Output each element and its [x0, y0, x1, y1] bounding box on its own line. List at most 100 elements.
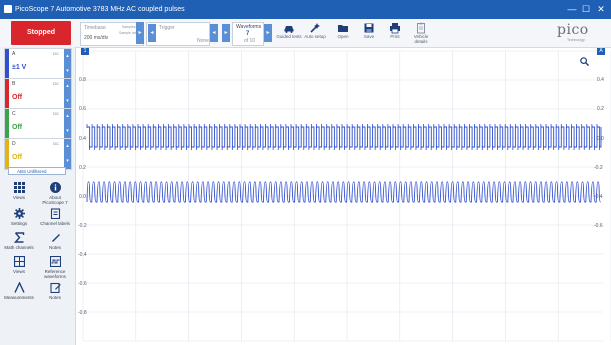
y-tick-right: -0.6	[594, 223, 603, 229]
info-icon	[49, 182, 61, 193]
timebase-label: Timebase	[84, 25, 106, 31]
abs-unfiltered-button[interactable]: ABS Unfiltered	[8, 167, 66, 175]
channel-a-color-tab	[5, 49, 9, 79]
channel-b-control[interactable]: B DC Off ▴ ▾	[4, 78, 72, 110]
channel-d-stepper[interactable]: ▴ ▾	[64, 139, 71, 169]
waveforms-next-button[interactable]: ▸	[264, 24, 272, 42]
channel-b-name: B	[12, 81, 16, 87]
views-label: Views	[13, 195, 25, 200]
grid-icon	[13, 182, 25, 193]
y-tick-right: -0.4	[594, 194, 603, 200]
y-tick-left: -0.4	[78, 252, 87, 258]
wand-icon	[310, 23, 320, 33]
folder-icon	[338, 25, 348, 32]
waveforms-total: of 10	[244, 38, 256, 44]
channel-b-coupling: DC	[53, 81, 59, 86]
timebase-stepper[interactable]: ▸	[136, 22, 144, 44]
pen-icon	[51, 234, 60, 242]
measurements-button[interactable]: Measurements	[4, 282, 34, 306]
car-icon	[284, 26, 294, 33]
settings-button[interactable]: Settings	[4, 208, 34, 232]
abs-unfiltered-label: ABS Unfiltered	[17, 169, 47, 174]
channel-d-color-tab	[5, 139, 9, 169]
channel-c-coupling: DC	[53, 111, 59, 116]
math-channels-label: Math channels	[4, 245, 34, 250]
channel-a-stepper[interactable]: ▴ ▾	[64, 49, 71, 79]
open-label: Open	[337, 34, 349, 39]
y-tick-left: 0.4	[79, 136, 86, 142]
channel-d-coupling: DC	[53, 141, 59, 146]
y-tick-left: -0.2	[78, 223, 87, 229]
settings-label: Settings	[10, 221, 28, 226]
open-button[interactable]: Open	[330, 22, 356, 46]
measurements-label: Measurements	[4, 295, 34, 300]
views-window-button[interactable]: Views	[4, 256, 34, 280]
channel-labels-label: Channel labels	[40, 221, 70, 226]
trigger-mode-button[interactable]: ◂	[148, 24, 156, 42]
about-button[interactable]: About PicoScope 7	[40, 182, 70, 206]
print-icon	[390, 23, 400, 34]
zoom-icon[interactable]	[580, 57, 589, 66]
channel-b-stepper[interactable]: ▴ ▾	[64, 79, 71, 109]
channel-labels-button[interactable]: Channel labels	[40, 208, 70, 232]
notes-icon	[49, 282, 61, 293]
reference-waveforms-label: Reference waveforms	[44, 269, 66, 279]
reference-waveforms-button[interactable]: Reference waveforms	[40, 256, 70, 280]
trigger-next-button[interactable]: ▸	[222, 24, 230, 42]
channel-d-range: Off	[12, 154, 23, 161]
minimize-button[interactable]: —	[567, 4, 577, 14]
trigger-label: Trigger	[159, 25, 175, 31]
vehicle-details-label: Vehicle details	[413, 34, 429, 44]
close-button[interactable]: ✕	[596, 4, 606, 14]
auto-setup-label: Auto setup	[304, 34, 326, 39]
channel-d-name: D	[12, 141, 16, 147]
clipboard-icon	[417, 22, 425, 34]
waveforms-label: Waveforms	[236, 24, 262, 30]
waveforms-control[interactable]: Waveforms 7 of 10	[232, 22, 264, 46]
trigger-value: None	[197, 38, 209, 44]
guided-tests-button[interactable]: Guided tests	[276, 22, 302, 46]
samples-label: Samples	[122, 25, 136, 29]
pico-logo-subtitle: Technology	[567, 38, 585, 42]
title-bar: PicoScope 7 Automotive 3783 MHz AC coupl…	[0, 0, 611, 19]
measure-icon	[13, 282, 25, 293]
channel-d-control[interactable]: D DC Off ▴ ▾	[4, 138, 72, 170]
run-stop-button[interactable]: Stopped	[11, 21, 71, 45]
trigger-prev-button[interactable]: ◂	[210, 24, 218, 42]
y-tick-left: 0.8	[79, 77, 86, 83]
channel-b-range: Off	[12, 94, 23, 101]
channel-a-range: ±1 V	[12, 64, 27, 71]
notes-pen-button[interactable]: Notes	[40, 232, 70, 256]
signal-trace-lower	[86, 181, 601, 203]
signal-trace-upper	[87, 126, 602, 148]
y-tick-left: 0.2	[79, 165, 86, 171]
auto-setup-button[interactable]: Auto setup	[302, 22, 328, 46]
channel-c-stepper[interactable]: ▴ ▾	[64, 109, 71, 139]
left-axis-cursor[interactable]: 1	[81, 48, 89, 55]
right-axis-cursor[interactable]: A	[597, 48, 605, 55]
notes-button[interactable]: Notes	[40, 282, 70, 306]
save-label: Save	[363, 34, 375, 39]
maximize-button[interactable]: ☐	[581, 4, 591, 14]
channel-c-range: Off	[12, 124, 23, 131]
tag-icon	[50, 208, 60, 219]
print-button[interactable]: Print	[382, 22, 408, 46]
views-button[interactable]: Views	[4, 182, 34, 206]
print-label: Print	[390, 34, 400, 39]
window-title: PicoScope 7 Automotive 3783 MHz AC coupl…	[15, 6, 185, 13]
scope-view[interactable]	[75, 47, 611, 345]
waveforms-value: 7	[246, 31, 250, 37]
views-window-label: Views	[13, 269, 25, 274]
timebase-control[interactable]: Timebase 200 ms/div Samples Sample rate	[80, 22, 144, 46]
channel-c-control[interactable]: C DC Off ▴ ▾	[4, 108, 72, 140]
notes-label: Notes	[49, 295, 61, 300]
channel-a-control[interactable]: A DC ±1 V ▴ ▾	[4, 48, 72, 80]
vehicle-details-button[interactable]: Vehicle details	[408, 22, 434, 46]
channel-c-color-tab	[5, 109, 9, 139]
math-channels-button[interactable]: Math channels	[4, 232, 34, 256]
channel-a-name: A	[12, 51, 16, 57]
save-button[interactable]: Save	[356, 22, 382, 46]
y-tick-right: 0.2	[597, 106, 604, 112]
channel-a-coupling: DC	[53, 51, 59, 56]
save-icon	[364, 23, 374, 33]
